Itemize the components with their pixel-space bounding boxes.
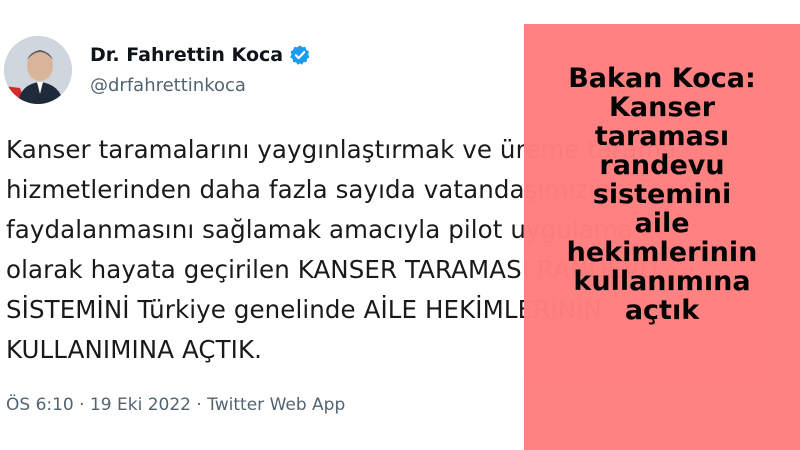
headline-overlay: Bakan Koca: Kanser taraması randevu sist… <box>524 24 800 450</box>
headline-line: Bakan Koca: <box>568 63 756 94</box>
author-handle[interactable]: @drfahrettinkoca <box>90 75 246 96</box>
overlay-headline: Bakan Koca: Kanser taraması randevu sist… <box>524 64 800 325</box>
headline-line: aile <box>634 208 690 239</box>
screenshot-canvas: Dr. Fahrettin Koca @drfahrettinkoca Kans… <box>0 0 800 450</box>
tweet-timestamp[interactable]: ÖS 6:10 · 19 Eki 2022 · Twitter Web App <box>6 395 345 415</box>
author-name-text[interactable]: Dr. Fahrettin Koca <box>90 44 283 66</box>
headline-line: Kanser <box>608 92 716 123</box>
verified-badge-icon <box>289 44 311 66</box>
headline-line: açtık <box>624 295 700 326</box>
headline-line: hekimlerinin <box>566 237 758 268</box>
headline-line: randevu <box>599 150 725 181</box>
avatar-portrait-icon <box>4 36 72 104</box>
headline-line: kullanımına <box>573 266 751 297</box>
headline-line: taraması <box>594 121 730 152</box>
headline-line: sistemini <box>592 179 732 210</box>
author-name[interactable]: Dr. Fahrettin Koca <box>90 44 311 66</box>
author-avatar[interactable] <box>4 36 72 104</box>
